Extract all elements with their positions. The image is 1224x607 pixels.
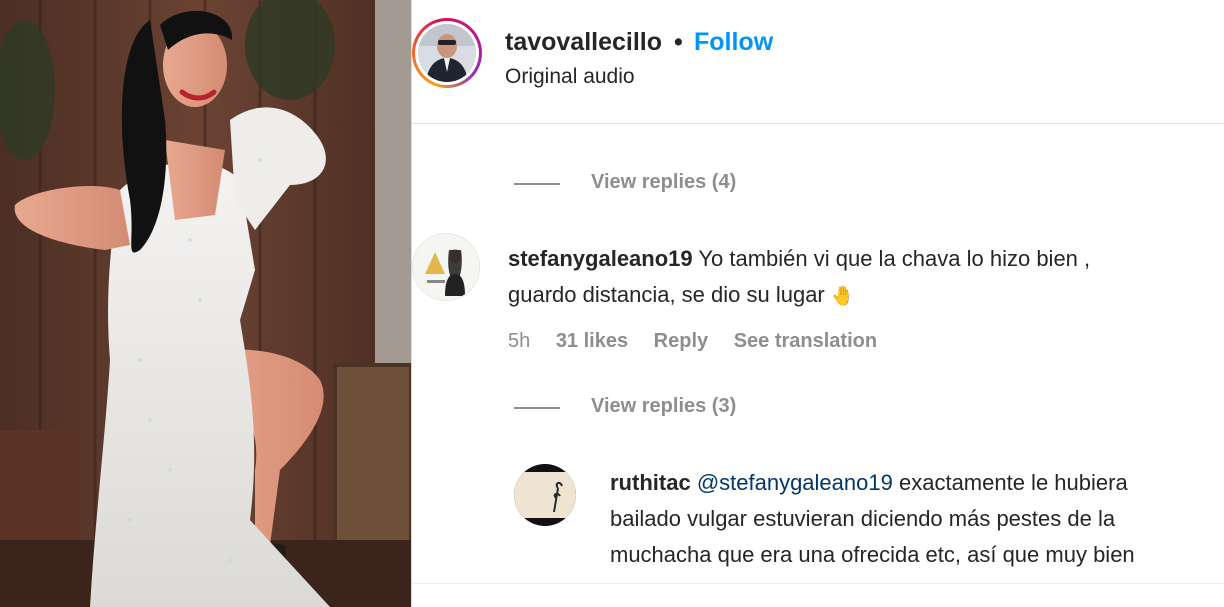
- post-photo[interactable]: [0, 0, 411, 607]
- reply-button[interactable]: Reply: [654, 330, 708, 352]
- reply-avatar[interactable]: [514, 464, 576, 526]
- reply-thread-line: [514, 183, 560, 185]
- see-translation-button[interactable]: See translation: [734, 330, 877, 352]
- reply-body: ruthitac @stefanygaleano19 exactamente l…: [610, 465, 1224, 573]
- comment-text-line2: guardo distancia, se dio su lugar: [508, 282, 825, 307]
- comments-pane: tavovallecillo • Follow Original audio V…: [412, 0, 1224, 607]
- reply-mention[interactable]: @stefanygaleano19: [697, 470, 893, 495]
- photo-woman-white-dress: [0, 0, 411, 607]
- author-avatar[interactable]: [412, 18, 482, 88]
- post-header: tavovallecillo • Follow Original audio: [412, 0, 1224, 124]
- comment-likes[interactable]: 31 likes: [556, 330, 628, 352]
- reply-text-line1: exactamente le hubiera: [898, 470, 1128, 495]
- reply-avatar-image: [514, 464, 576, 526]
- bottom-divider: [412, 583, 1224, 584]
- original-audio-link[interactable]: Original audio: [505, 65, 635, 89]
- view-replies-button[interactable]: View replies (3): [591, 395, 736, 418]
- follow-button[interactable]: Follow: [694, 28, 773, 57]
- commenter-avatar[interactable]: [412, 233, 480, 301]
- commenter-avatar-image: [413, 234, 479, 300]
- comment-body: stefanygaleano19 Yo también vi que la ch…: [508, 241, 1224, 315]
- comment-text-line1: Yo también vi que la chava lo hizo bien …: [698, 246, 1091, 271]
- comment-timestamp[interactable]: 5h: [508, 330, 530, 352]
- author-username[interactable]: tavovallecillo: [505, 28, 662, 57]
- view-replies-button[interactable]: View replies (4): [591, 171, 736, 194]
- comment-username[interactable]: stefanygaleano19: [508, 246, 693, 271]
- reply-text-line2: bailado vulgar estuvieran diciendo más p…: [610, 506, 1116, 531]
- comment-meta: 5h 31 likes Reply See translation: [508, 330, 897, 353]
- reply-thread-line: [514, 407, 560, 409]
- header-separator: •: [674, 28, 683, 56]
- hand-emoji-icon: 🤚: [830, 286, 855, 307]
- reply-username[interactable]: ruthitac: [610, 470, 691, 495]
- author-avatar-image: [418, 24, 476, 82]
- reply-text-line3: muchacha que era una ofrecida etc, así q…: [610, 542, 1135, 567]
